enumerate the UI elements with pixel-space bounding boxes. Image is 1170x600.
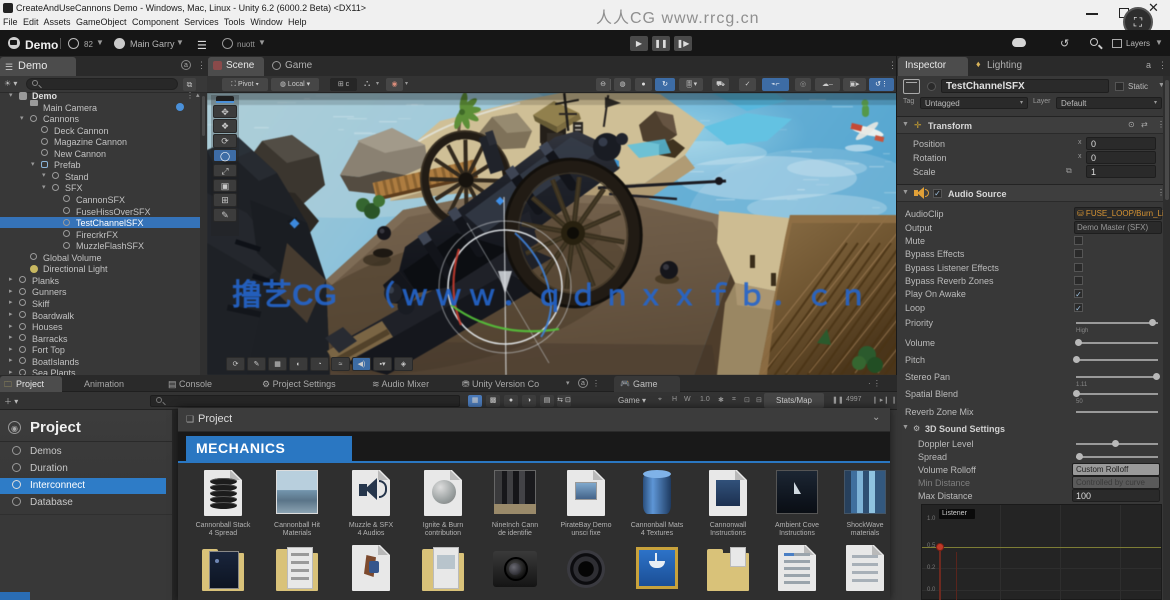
svg-text:撸艺CG: 撸艺CG — [232, 279, 337, 312]
svg-text:（ｗｗｗ．ｑｄｎｘｘｆｂ．ｃｎ: （ｗｗｗ．ｑｄｎｘｘｆｂ．ｃｎ — [367, 279, 867, 313]
